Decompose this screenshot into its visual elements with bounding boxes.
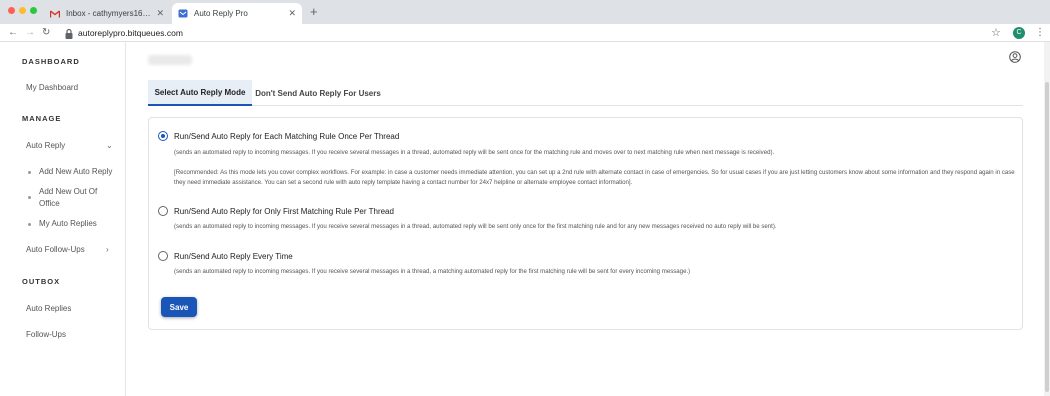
option-label-every-time[interactable]: Run/Send Auto Reply Every Time [174, 252, 293, 261]
section-title-outbox: OUTBOX [22, 277, 61, 286]
sidebar: DASHBOARD My Dashboard MANAGE Auto Reply… [0, 42, 126, 396]
browser-tab-inbox[interactable]: Inbox - cathymyers166@gmail.com ✕ [44, 3, 170, 24]
browser-tab-auto-reply-pro[interactable]: Auto Reply Pro ✕ [172, 3, 302, 24]
mode-tabs: Select Auto Reply Mode Don't Send Auto R… [148, 80, 1023, 106]
section-title-dashboard: DASHBOARD [22, 57, 80, 66]
reload-icon[interactable]: ↻ [42, 26, 50, 40]
bookmark-star-icon[interactable]: ☆ [991, 26, 1001, 40]
close-tab-icon[interactable]: ✕ [156, 8, 164, 19]
sidebar-item-auto-follow-ups[interactable]: Auto Follow-Ups [26, 245, 85, 254]
tab-dont-send-auto-reply-for-users[interactable]: Don't Send Auto Reply For Users [252, 80, 384, 106]
sidebar-item-add-new-out-of-office[interactable]: Add New Out Of Office [39, 186, 119, 209]
browser-toolbar: ← → ↻ autoreplypro.bitqueues.com ☆ C ⋮ [0, 24, 1050, 42]
maximize-window-button[interactable] [30, 7, 37, 14]
sidebar-item-follow-ups[interactable]: Follow-Ups [26, 330, 66, 339]
browser-menu-icon[interactable]: ⋮ [1035, 26, 1045, 40]
tab-title: Auto Reply Pro [194, 9, 248, 18]
close-tab-icon[interactable]: ✕ [288, 8, 296, 19]
radio-every-time[interactable] [158, 251, 168, 261]
option-description: (sends an automated reply to incoming me… [174, 268, 691, 275]
bullet-icon [28, 223, 31, 226]
page-title [148, 55, 192, 65]
user-account-icon[interactable] [1009, 50, 1021, 63]
bullet-icon [28, 171, 31, 174]
bullet-icon [28, 196, 31, 199]
forward-arrow-icon[interactable]: → [25, 26, 35, 40]
chevron-down-icon[interactable]: ⌄ [106, 141, 113, 150]
option-description: (sends an automated reply to incoming me… [174, 149, 775, 156]
browser-tab-bar: Inbox - cathymyers166@gmail.com ✕ Auto R… [0, 0, 1050, 24]
option-label-first-matching-rule[interactable]: Run/Send Auto Reply for Only First Match… [174, 207, 394, 216]
address-bar[interactable]: autoreplypro.bitqueues.com [78, 27, 183, 39]
tab-select-auto-reply-mode[interactable]: Select Auto Reply Mode [148, 80, 252, 106]
profile-avatar[interactable]: C [1013, 27, 1025, 39]
scrollbar-thumb[interactable] [1045, 82, 1049, 392]
tab-title: Inbox - cathymyers166@gmail.com [66, 9, 152, 18]
app-icon [178, 9, 188, 18]
sidebar-item-add-new-auto-reply[interactable]: Add New Auto Reply [39, 166, 119, 178]
close-window-button[interactable] [8, 7, 15, 14]
section-title-manage: MANAGE [22, 114, 62, 123]
option-label-once-per-thread[interactable]: Run/Send Auto Reply for Each Matching Ru… [174, 132, 399, 141]
gmail-icon [50, 9, 60, 18]
new-tab-button[interactable]: + [310, 5, 318, 19]
radio-first-matching-rule[interactable] [158, 206, 168, 216]
mode-options-card: Run/Send Auto Reply for Each Matching Ru… [148, 117, 1023, 330]
radio-once-per-thread[interactable] [158, 131, 168, 141]
sidebar-item-my-dashboard[interactable]: My Dashboard [26, 83, 78, 92]
sidebar-item-auto-replies[interactable]: Auto Replies [26, 304, 71, 313]
chevron-right-icon[interactable]: › [106, 245, 109, 254]
back-arrow-icon[interactable]: ← [8, 26, 18, 40]
sidebar-item-auto-reply[interactable]: Auto Reply [26, 141, 65, 150]
scrollbar[interactable] [1044, 42, 1050, 396]
sidebar-item-my-auto-replies[interactable]: My Auto Replies [39, 218, 119, 230]
minimize-window-button[interactable] [19, 7, 26, 14]
save-button[interactable]: Save [161, 297, 197, 317]
option-description: (sends an automated reply to incoming me… [174, 223, 777, 230]
option-recommendation-note: [Recommended: As this mode lets you cove… [174, 169, 1015, 186]
lock-icon[interactable] [64, 27, 74, 39]
